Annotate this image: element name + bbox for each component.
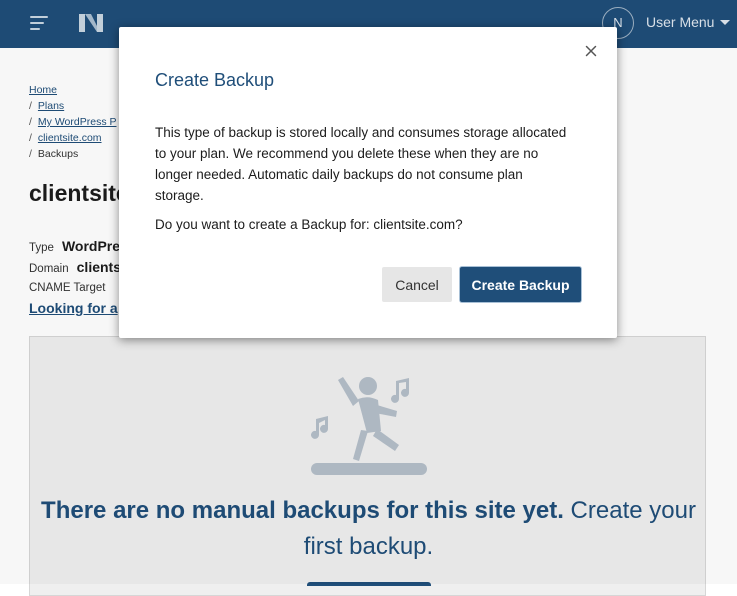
modal-title: Create Backup	[155, 70, 275, 90]
cancel-button[interactable]: Cancel	[382, 267, 452, 302]
create-backup-modal: Create Backup This type of backup is sto…	[119, 27, 617, 338]
modal-question: Do you want to create a Backup for: clie…	[155, 217, 463, 232]
create-backup-button[interactable]: Create Backup	[460, 267, 581, 302]
modal-description: This type of backup is stored locally an…	[155, 125, 567, 203]
modal-body: This type of backup is stored locally an…	[155, 122, 575, 243]
close-icon[interactable]	[584, 44, 598, 58]
